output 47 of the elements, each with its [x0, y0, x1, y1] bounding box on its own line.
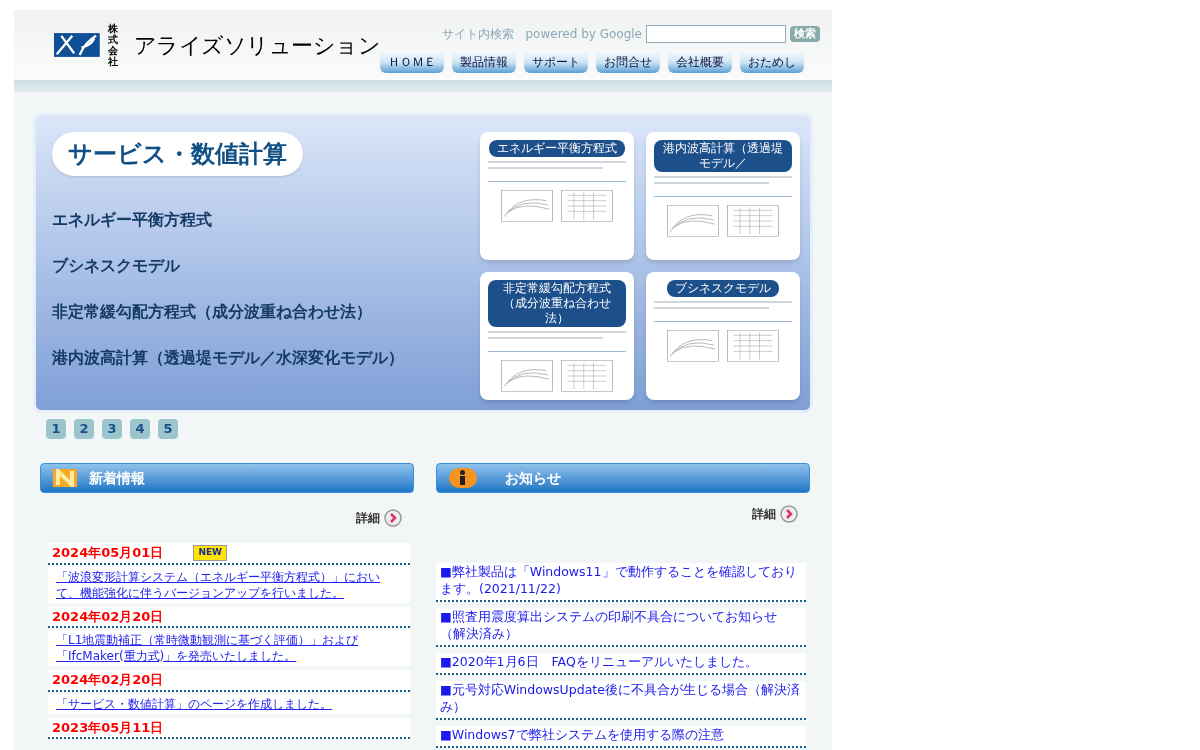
page-button[interactable]: 3	[102, 419, 122, 439]
chevron-right-icon	[384, 509, 402, 527]
grid-map-icon	[727, 330, 779, 362]
grid-map-icon	[727, 205, 779, 237]
grid-map-icon	[561, 190, 613, 222]
search-label: サイト内検索	[441, 26, 514, 43]
contour-map-icon	[667, 205, 719, 237]
logo-prefix: 株式 会社	[107, 23, 119, 67]
news-date: 2024年02月20日	[52, 607, 164, 626]
nav-tab[interactable]: おためし	[740, 51, 804, 73]
chevron-right-icon	[780, 505, 798, 523]
banner-item: 港内波高計算（透過堤モデル／水深変化モデル）	[52, 347, 405, 369]
card-title: 港内波高計算（透過堤モデル／	[654, 140, 792, 172]
card-title: エネルギー平衡方程式	[489, 140, 625, 157]
news-date: 2023年05月11日	[52, 718, 164, 737]
powered-by-text: powered by Google	[525, 26, 642, 43]
contour-map-icon	[501, 190, 553, 222]
company-name: アライズソリューション	[134, 31, 380, 60]
contour-map-icon	[667, 330, 719, 362]
details-link[interactable]: 詳細	[356, 509, 402, 527]
news-date: 2024年05月01日	[52, 544, 164, 562]
news-date: 2024年02月20日	[52, 671, 164, 689]
section-title: 新着情報	[89, 468, 145, 488]
page-button[interactable]: 1	[46, 419, 66, 439]
nav-tab[interactable]: お問合せ	[596, 51, 660, 73]
page-button[interactable]: 4	[130, 419, 150, 439]
page-button[interactable]: 5	[158, 419, 178, 439]
card-title: ブシネスクモデル	[667, 280, 779, 297]
new-badge: NEW	[193, 545, 227, 561]
banner-item: エネルギー平衡方程式	[52, 209, 213, 231]
grid-map-icon	[561, 360, 613, 392]
nav-tab[interactable]: 会社概要	[668, 51, 732, 73]
nav-tab[interactable]: ＨＯＭＥ	[380, 51, 444, 73]
details-link[interactable]: 詳細	[752, 505, 798, 523]
nav-tab[interactable]: サポート	[524, 51, 588, 73]
page-button[interactable]: 2	[74, 419, 94, 439]
banner-item: 非定常緩勾配方程式（成分波重ね合わせ法）	[52, 301, 373, 323]
section-title: お知らせ	[505, 468, 561, 488]
nav-tab[interactable]: 製品情報	[452, 51, 516, 73]
banner-item: ブシネスクモデル	[52, 255, 181, 277]
search-field[interactable]	[646, 25, 786, 43]
logo-icon	[54, 32, 100, 58]
letter-n-icon	[53, 469, 77, 487]
banner-title: サービス・数値計算	[52, 132, 303, 176]
contour-map-icon	[501, 360, 553, 392]
card-title: 非定常緩勾配方程式（成分波重ね合わせ法）	[488, 280, 626, 327]
info-icon	[449, 468, 477, 488]
